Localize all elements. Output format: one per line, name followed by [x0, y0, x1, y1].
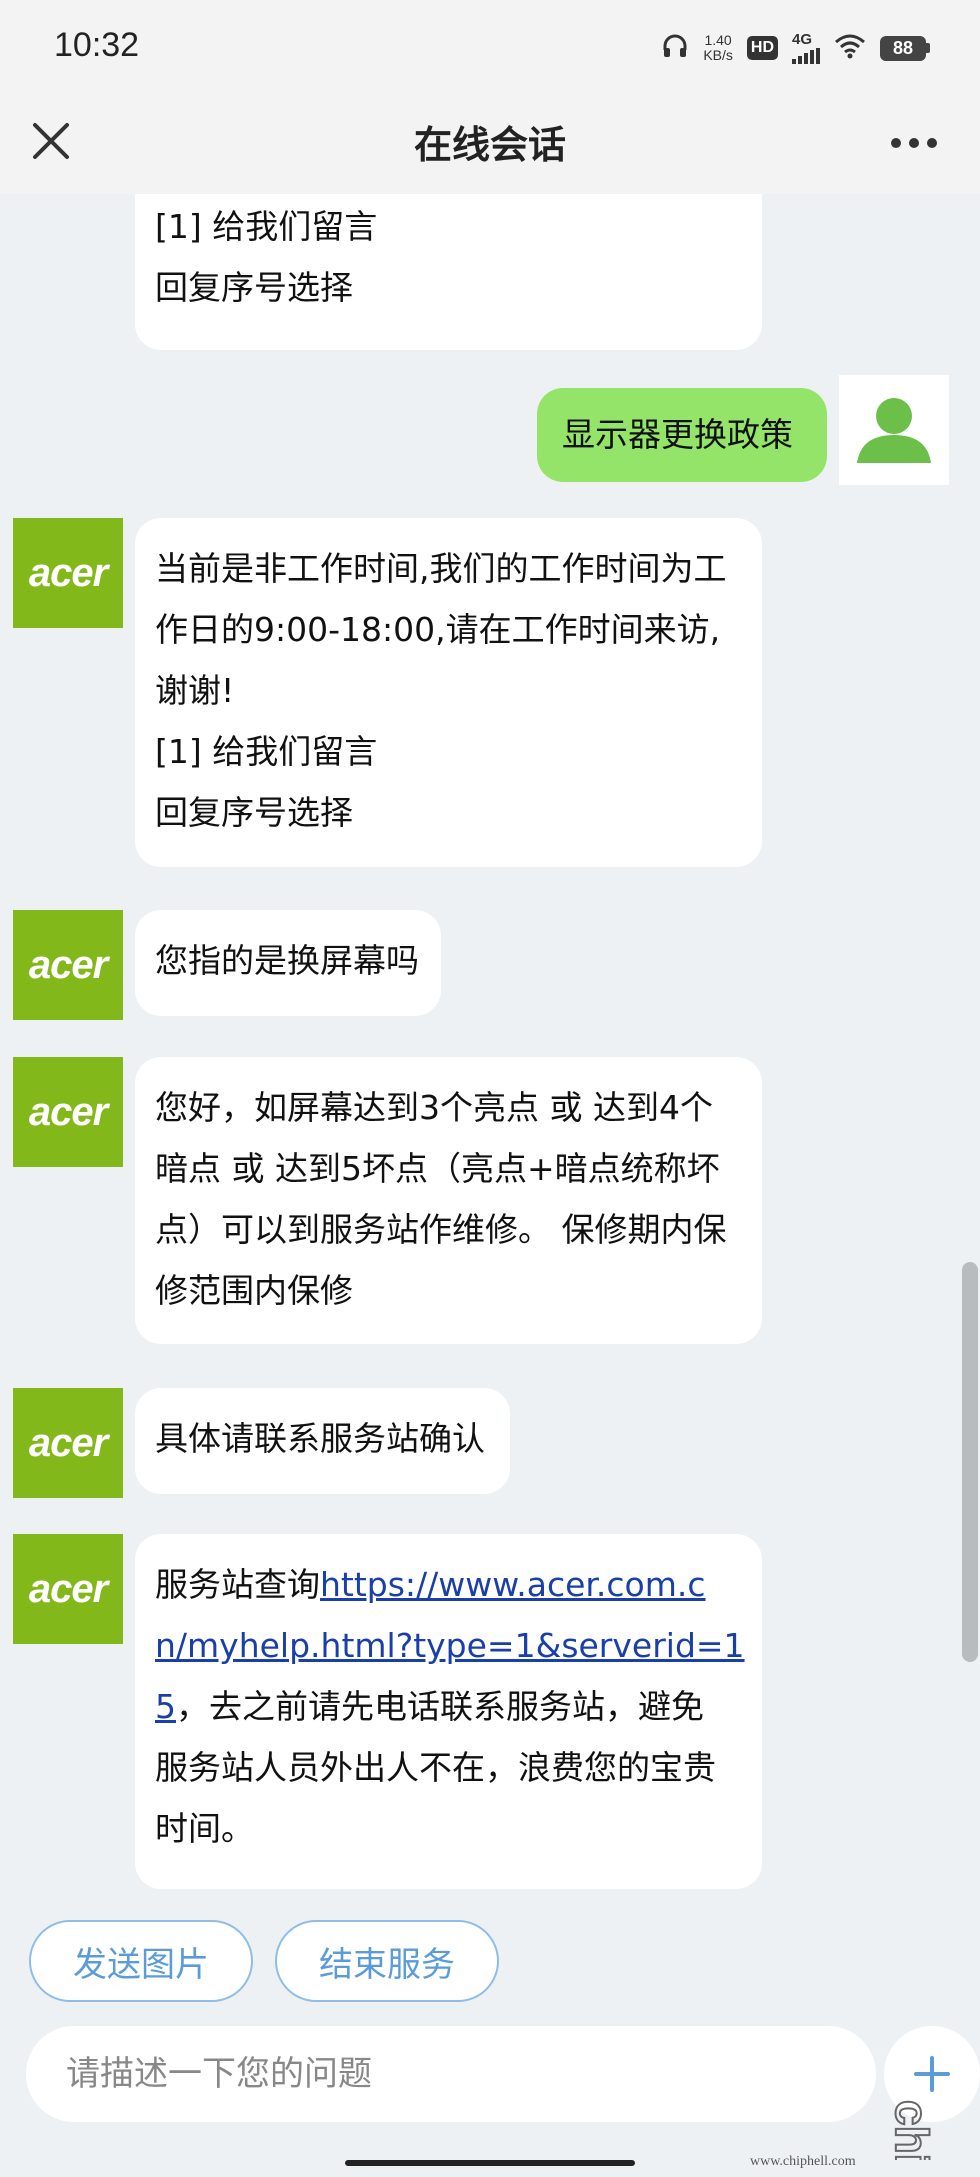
acer-logo: acer	[28, 1420, 108, 1465]
message-bubble-bot: 您指的是换屏幕吗	[135, 910, 441, 1016]
service-station-link-cont[interactable]: n/myhelp.html?type=1&serverid=1	[155, 1626, 745, 1665]
status-icons: 1.40 KB/s HD 4G 88	[661, 26, 930, 70]
acer-avatar: acer	[13, 1057, 123, 1167]
message-bubble-bot: 当前是非工作时间,我们的工作时间为工 作日的9:00-18:00,请在工作时间来…	[135, 518, 762, 867]
watermark: chip www.chiphell.com	[750, 2080, 970, 2177]
acer-logo: acer	[28, 1566, 108, 1611]
svg-text:chip: chip	[886, 2100, 938, 2160]
headphones-icon	[661, 32, 689, 65]
app-header: 在线会话	[0, 96, 980, 194]
message-text: ，去之前请先电话联系服务站，避免	[176, 1687, 704, 1726]
send-image-button[interactable]: 发送图片	[29, 1920, 253, 2002]
chiphell-logo-watermark: chip	[885, 2099, 939, 2177]
service-station-link-end[interactable]: 5	[155, 1687, 176, 1726]
page-title: 在线会话	[413, 123, 566, 167]
message-bubble-bot: 服务站查询https://www.acer.com.c n/myhelp.htm…	[135, 1534, 762, 1889]
message-bubble-bot: 具体请联系服务站确认	[135, 1388, 510, 1494]
acer-avatar: acer	[13, 518, 123, 628]
speed-unit: KB/s	[703, 47, 733, 63]
message-text: 服务站人员外出人不在，浪费您的宝贵 时间。	[155, 1748, 716, 1848]
more-dots-icon	[891, 138, 937, 148]
message-input[interactable]	[26, 2026, 876, 2122]
speed-value: 1.40	[704, 32, 732, 48]
signal-bars-icon	[792, 48, 820, 64]
person-icon	[857, 398, 931, 463]
acer-avatar: acer	[13, 1534, 123, 1644]
chat-scrollbar[interactable]	[962, 1262, 978, 1662]
end-service-button[interactable]: 结束服务	[275, 1920, 499, 2002]
chat-area[interactable]: [1] 给我们留言 回复序号选择 显示器更换政策 acer 当前是非工作时间,我…	[0, 194, 980, 1910]
message-bubble-bot: [1] 给我们留言 回复序号选择	[135, 194, 762, 350]
battery-level: 88	[880, 35, 926, 61]
status-time: 10:32	[54, 26, 140, 64]
acer-logo: acer	[28, 1089, 108, 1134]
watermark-site: www.chiphell.com	[750, 2154, 856, 2169]
more-options-button[interactable]	[884, 118, 944, 168]
cellular-signal: 4G	[792, 32, 820, 64]
service-station-link[interactable]: https://www.acer.com.c	[320, 1565, 706, 1604]
hd-badge: HD	[746, 36, 778, 60]
battery-icon: 88	[880, 35, 930, 61]
acer-avatar: acer	[13, 1388, 123, 1498]
message-bubble-user: 显示器更换政策	[537, 388, 827, 482]
message-text: 服务站查询	[155, 1565, 320, 1604]
network-type: 4G	[792, 31, 813, 48]
home-indicator[interactable]	[345, 2160, 635, 2166]
acer-logo: acer	[28, 942, 108, 987]
user-avatar	[839, 375, 949, 485]
acer-avatar: acer	[13, 910, 123, 1020]
status-bar: 10:32 1.40 KB/s HD 4G 88	[0, 0, 980, 96]
acer-logo: acer	[28, 550, 108, 595]
message-bubble-bot: 您好，如屏幕达到3个亮点 或 达到4个 暗点 或 达到5坏点（亮点+暗点统称坏 …	[135, 1057, 762, 1344]
wifi-icon	[834, 33, 866, 64]
network-speed: 1.40 KB/s	[703, 33, 733, 63]
